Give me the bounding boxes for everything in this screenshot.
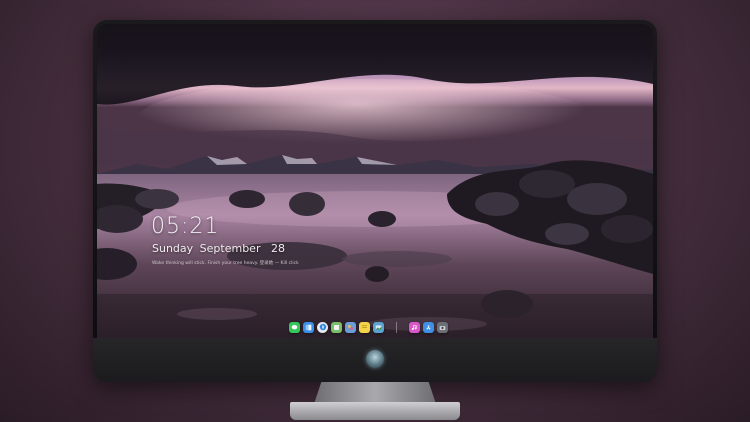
brand-logo-icon: [366, 350, 384, 368]
monitor-stand-neck: [314, 382, 436, 404]
lock-note: Wake thinking will stick. Finish your tr…: [152, 261, 299, 266]
lock-screen: 05:21 Sunday September 28 Wake thinking …: [97, 24, 653, 338]
date-day: 28: [270, 242, 285, 255]
messages-icon[interactable]: [289, 321, 300, 333]
camera-icon[interactable]: [437, 321, 448, 333]
photos-icon[interactable]: [345, 321, 356, 333]
wallpaper-landscape: [97, 24, 653, 338]
dock: [289, 320, 448, 334]
preview-icon[interactable]: [373, 321, 384, 333]
monitor-stand-base: [290, 402, 460, 420]
stickies-icon[interactable]: [359, 321, 370, 333]
safari-icon[interactable]: [317, 321, 328, 333]
monitor: 05:21 Sunday September 28 Wake thinking …: [93, 20, 657, 382]
music-icon[interactable]: [409, 321, 420, 333]
notes-icon[interactable]: [331, 321, 342, 333]
finder-icon[interactable]: [303, 321, 314, 333]
monitor-chin: [93, 338, 657, 382]
date-weekday: Sunday: [152, 242, 194, 255]
lock-clock: 05:21: [151, 214, 220, 239]
date-month: September: [199, 242, 261, 255]
dock-separator: [396, 321, 397, 333]
lock-date: Sunday September 28: [152, 242, 288, 255]
appstore-icon[interactable]: [423, 321, 434, 333]
